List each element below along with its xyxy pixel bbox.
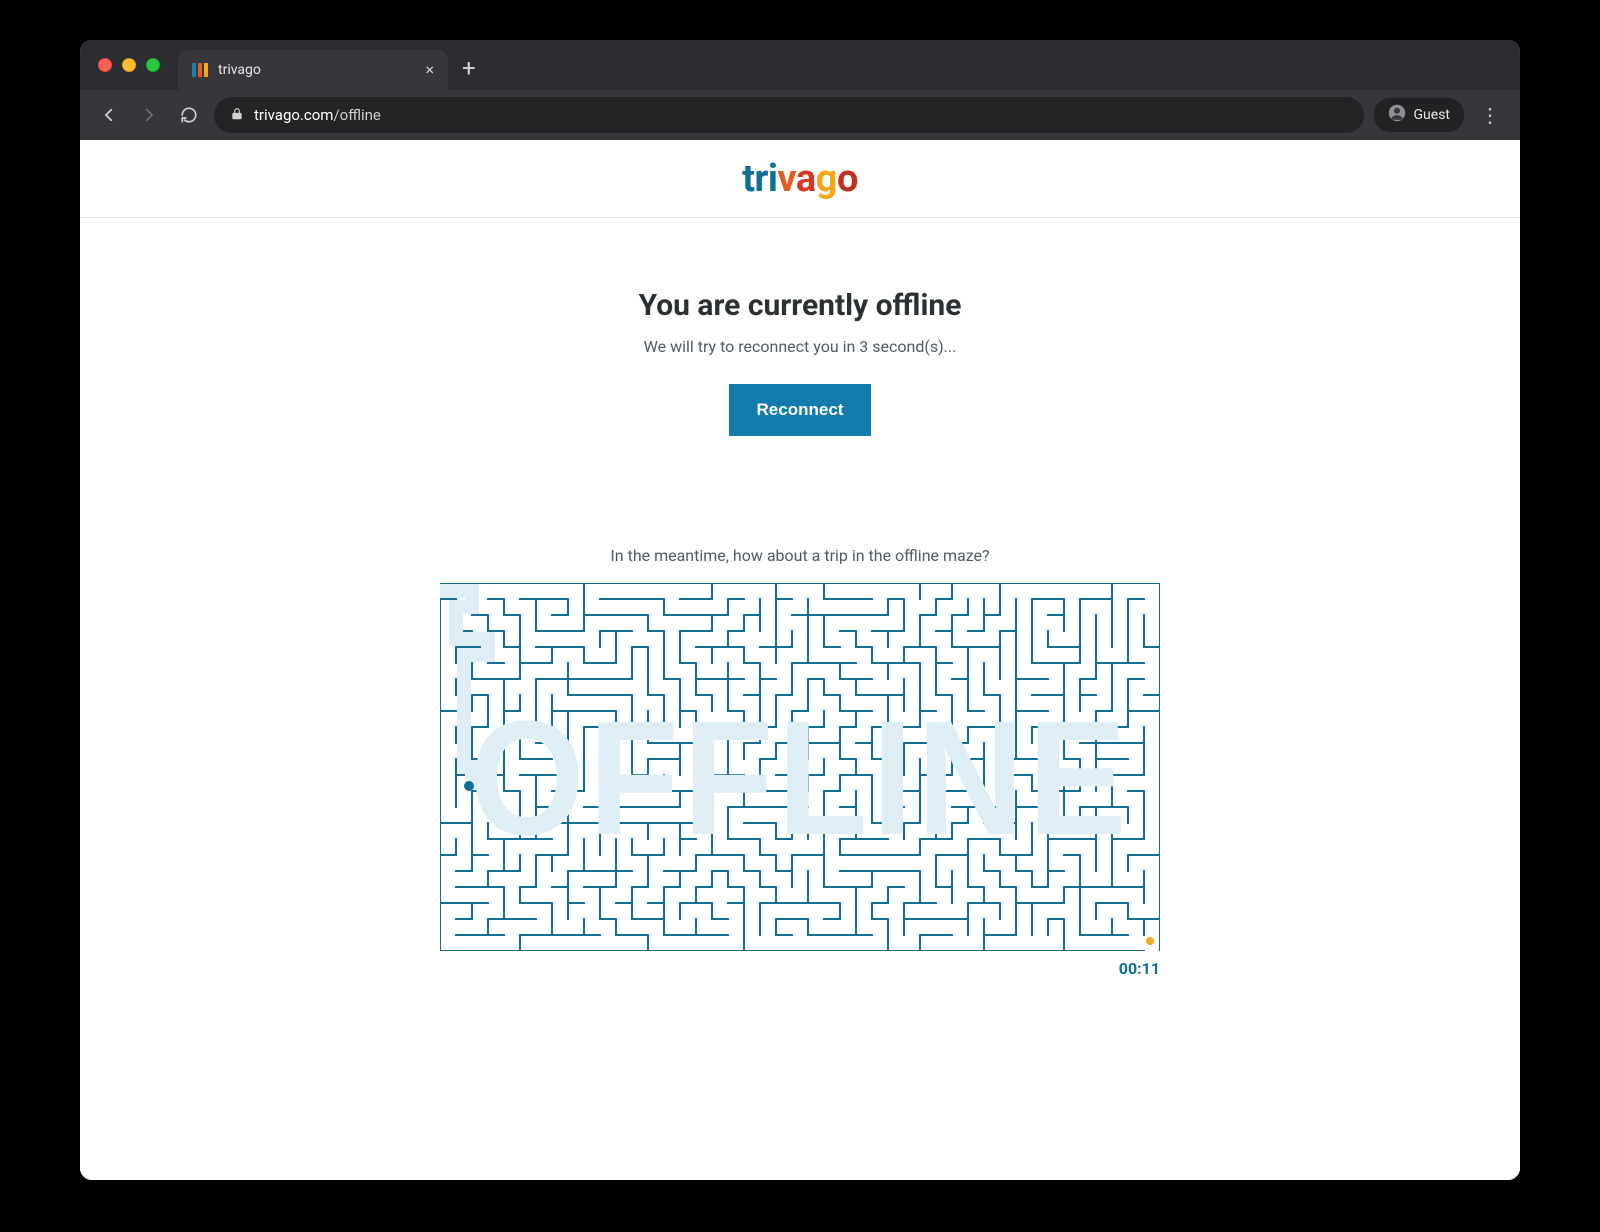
window-controls	[98, 58, 160, 72]
maze-player-dot	[464, 781, 474, 791]
browser-tab[interactable]: trivago ×	[178, 50, 448, 90]
maze-container: OFFLINE 00:11	[440, 583, 1160, 978]
tab-close-icon[interactable]: ×	[425, 62, 434, 78]
window-zoom-button[interactable]	[146, 58, 160, 72]
maze-goal-dot	[1146, 937, 1154, 945]
address-bar[interactable]: trivago.com/offline	[214, 97, 1364, 133]
new-tab-button[interactable]: +	[462, 56, 476, 80]
profile-label: Guest	[1414, 107, 1450, 123]
window-minimize-button[interactable]	[122, 58, 136, 72]
window-close-button[interactable]	[98, 58, 112, 72]
trivago-logo: trivago	[742, 157, 858, 201]
browser-toolbar: trivago.com/offline Guest ⋮	[80, 90, 1520, 140]
offline-maze[interactable]: OFFLINE	[440, 583, 1160, 951]
profile-button[interactable]: Guest	[1374, 98, 1464, 132]
url-text: trivago.com/offline	[254, 106, 381, 124]
offline-panel: You are currently offline We will try to…	[80, 218, 1520, 978]
tab-favicon	[192, 63, 208, 77]
page-content: trivago You are currently offline We wil…	[80, 140, 1520, 1180]
back-button[interactable]	[94, 100, 124, 130]
reconnect-countdown-text: We will try to reconnect you in 3 second…	[644, 337, 957, 356]
forward-button[interactable]	[134, 100, 164, 130]
browser-titlebar: trivago × +	[80, 40, 1520, 90]
person-icon	[1388, 104, 1406, 126]
brand-header: trivago	[80, 140, 1520, 218]
maze-intro-text: In the meantime, how about a trip in the…	[610, 546, 989, 565]
maze-timer: 00:11	[440, 959, 1160, 978]
reload-button[interactable]	[174, 100, 204, 130]
browser-window: trivago × + trivago.com/offline Gue	[80, 40, 1520, 1180]
tab-title: trivago	[218, 62, 415, 78]
reconnect-button[interactable]: Reconnect	[729, 384, 872, 436]
browser-menu-button[interactable]: ⋮	[1474, 103, 1506, 127]
page-title: You are currently offline	[639, 288, 962, 323]
lock-icon	[230, 106, 244, 125]
